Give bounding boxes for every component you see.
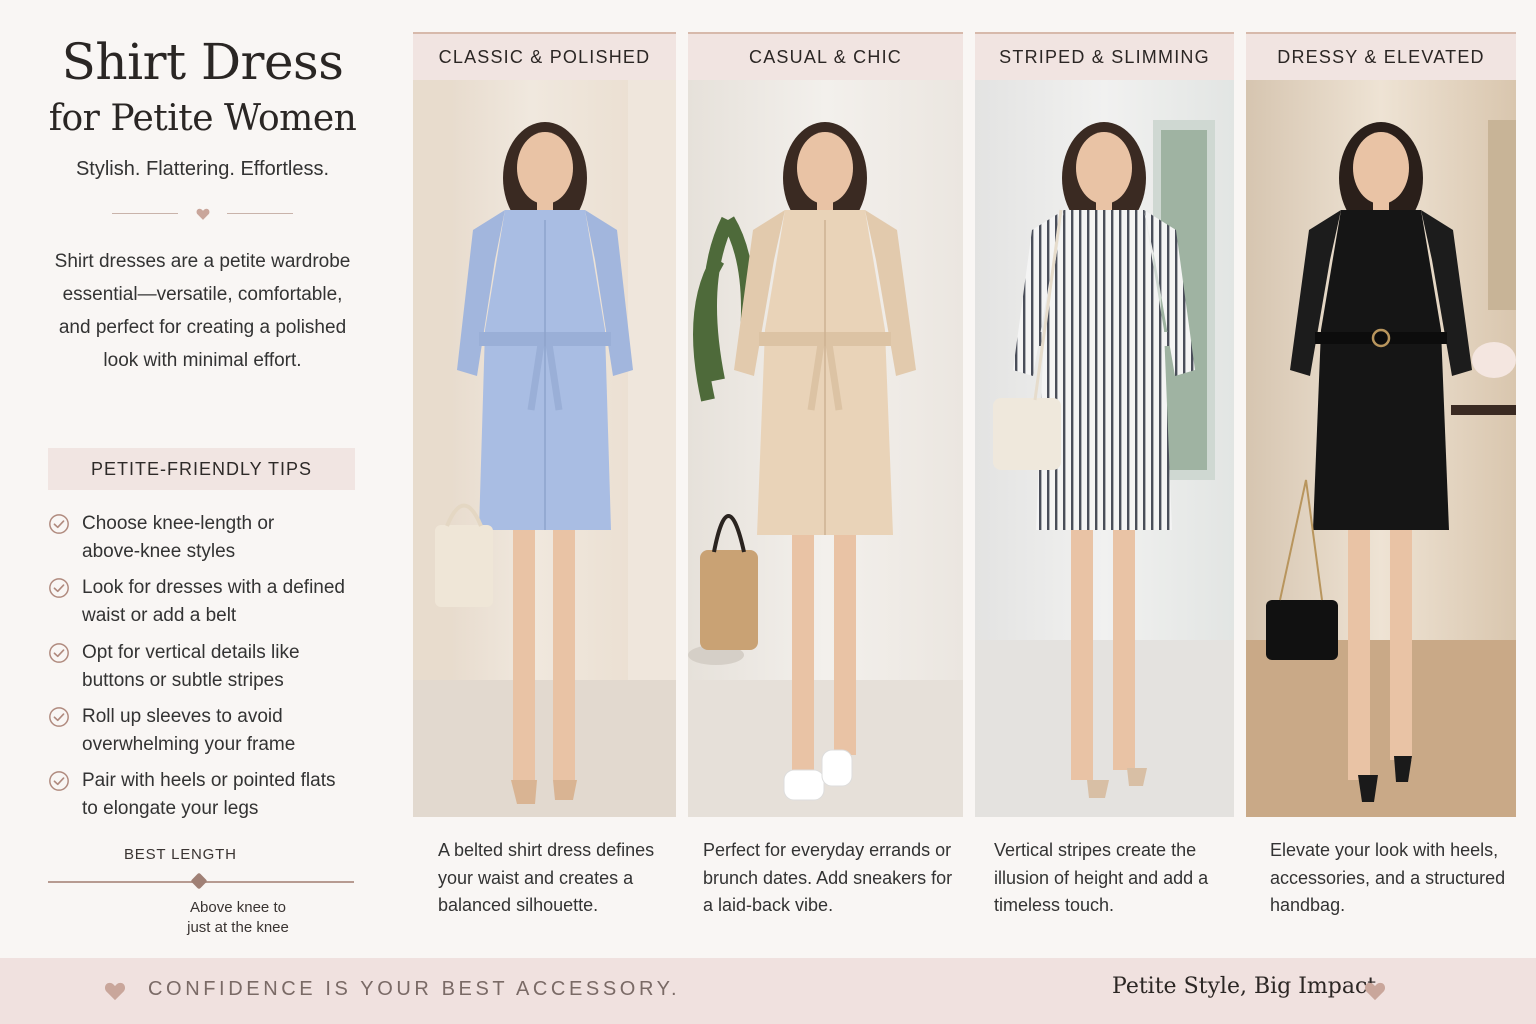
- tip-text: buttons or subtle stripes: [82, 669, 284, 691]
- model-illustration: [1246, 120, 1516, 817]
- tip-text: waist or add a belt: [82, 605, 237, 627]
- look-photo: [1246, 80, 1516, 817]
- look-heading: CLASSIC & POLISHED: [413, 32, 676, 80]
- model-illustration: [975, 120, 1234, 817]
- look-card-dressy: DRESSY & ELEVATED Elevate your look with…: [1246, 32, 1516, 920]
- look-description: Elevate your look with heels, accessorie…: [1270, 840, 1506, 915]
- footer-brand-line: Petite Style, Big Impact.: [1112, 974, 1384, 999]
- footer-band: CONFIDENCE IS YOUR BEST ACCESSORY. Petit…: [0, 958, 1536, 1024]
- look-heading: CASUAL & CHIC: [688, 32, 963, 80]
- tagline: Stylish. Flattering. Effortless.: [75, 158, 330, 180]
- tip-text: Opt for vertical details like: [82, 641, 300, 663]
- look-photo: [975, 80, 1234, 817]
- look-description: Perfect for everyday errands or brunch d…: [703, 840, 953, 915]
- look-photo: [413, 80, 676, 817]
- check-circle-icon: [49, 771, 69, 792]
- check-circle-icon: [49, 706, 69, 727]
- check-circle-icon: [49, 514, 69, 534]
- check-circle-icon: [49, 578, 69, 599]
- tip-text: to elongate your legs: [82, 798, 259, 820]
- tip-item: Opt for vertical details like buttons or …: [48, 639, 358, 703]
- tip-item: Roll up sleeves to avoid overwhelming you…: [48, 703, 358, 767]
- best-length-label: BEST LENGTH: [124, 846, 237, 863]
- page-subtitle: for Petite Women: [48, 98, 357, 139]
- look-description: Vertical stripes create the illusion of …: [994, 840, 1209, 915]
- footer-slogan: CONFIDENCE IS YOUR BEST ACCESSORY.: [148, 978, 681, 1000]
- look-description: A belted shirt dress defines your waist …: [438, 840, 655, 915]
- tips-heading: PETITE-FRIENDLY TIPS: [48, 448, 355, 490]
- heart-icon: [196, 208, 209, 220]
- heart-icon: [1364, 982, 1386, 1001]
- tip-item: Pair with heels or pointed flats to elong…: [48, 767, 358, 831]
- tip-item: Look for dresses with a defined waist or …: [48, 574, 358, 638]
- look-photo: [688, 80, 963, 817]
- intro-text: Shirt dresses are a petite wardrobe esse…: [54, 251, 351, 371]
- tip-text: above-knee styles: [82, 541, 236, 562]
- tip-text: Roll up sleeves to avoid: [82, 705, 283, 727]
- look-card-casual: CASUAL & CHIC Perfect for everyday erran…: [688, 32, 963, 920]
- heart-divider: [40, 199, 365, 229]
- look-card-striped: STRIPED & SLIMMING Vertical stripes crea…: [975, 32, 1234, 920]
- tip-text: Choose knee-length or: [82, 513, 275, 534]
- length-marker: [190, 872, 208, 890]
- intro-panel: Shirt Dress for Petite Women Stylish. Fl…: [40, 30, 365, 377]
- tip-text: Pair with heels or pointed flats: [82, 770, 336, 792]
- look-heading: STRIPED & SLIMMING: [975, 32, 1234, 80]
- tips-list: Choose knee-length or above-knee styles L…: [48, 510, 358, 831]
- check-circle-icon: [49, 642, 69, 663]
- page-title: Shirt Dress: [61, 33, 344, 91]
- model-illustration: [413, 80, 676, 817]
- look-heading: DRESSY & ELEVATED: [1246, 32, 1516, 80]
- tip-item: Choose knee-length or above-knee styles: [48, 510, 358, 574]
- look-card-classic: CLASSIC & POLISHED A belted shirt dress …: [413, 32, 676, 920]
- tip-text: overwhelming your frame: [82, 733, 296, 755]
- tip-text: Look for dresses with a defined: [82, 577, 345, 599]
- heart-icon: [104, 982, 126, 1001]
- model-illustration: [688, 122, 963, 817]
- best-length-description: Above knee to just at the knee: [187, 899, 289, 936]
